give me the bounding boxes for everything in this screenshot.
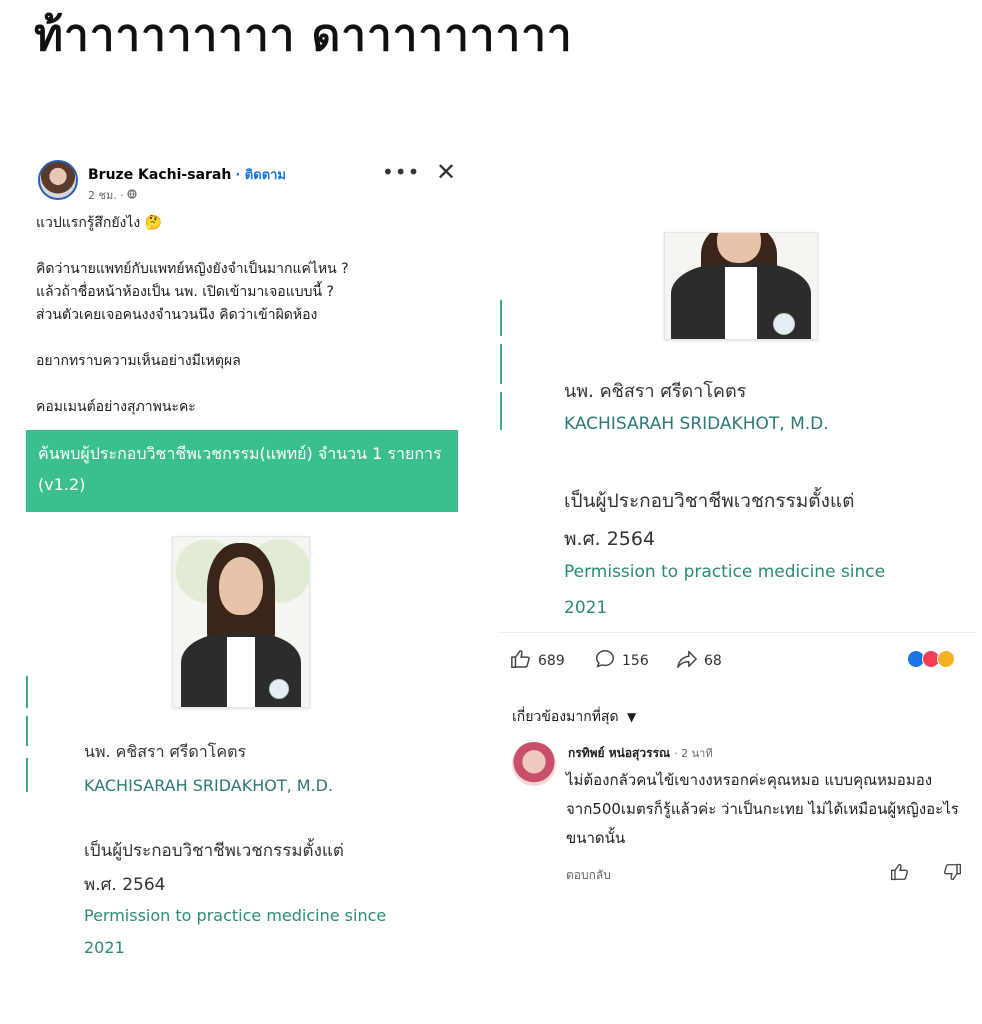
comment-text: ไม่ต้องกลัวคนไข้เขางงหรอกค่ะคุณหมอ แบบคุ… — [566, 771, 959, 847]
divider-bar — [26, 676, 28, 708]
divider-bar — [500, 300, 502, 336]
follow-button[interactable]: · ติดตาม — [235, 168, 286, 183]
sort-label: เกี่ยวข้องมากที่สุด — [512, 709, 619, 725]
post-meta: 2 ชม. · — [88, 186, 137, 204]
license-since-th-line: เป็นผู้ประกอบวิชาชีพเวชกรรมตั้งแต่ — [84, 841, 344, 861]
like-count: 689 — [538, 653, 565, 669]
post-line: แล้วถ้าชื่อหน้าห้องเป็น นพ. เปิดเข้ามาเจ… — [36, 284, 334, 300]
comment-sort-dropdown[interactable]: เกี่ยวข้องมากที่สุด ▼ — [512, 706, 636, 728]
more-options-icon[interactable]: ••• — [382, 160, 420, 184]
license-since-th-line: เป็นผู้ประกอบวิชาชีพเวชกรรมตั้งแต่ — [564, 490, 855, 512]
divider-bar — [26, 716, 28, 746]
share-count: 68 — [704, 653, 722, 669]
reply-button[interactable]: ตอบกลับ — [566, 866, 611, 885]
author-name-text[interactable]: Bruze Kachi-sarah — [88, 167, 231, 183]
commenter-avatar[interactable] — [512, 742, 556, 786]
engagement-bar: 689 156 68 — [510, 646, 970, 676]
post-body: แวปแรกรู้สึกยังไง 🤔 คิดว่านายแพทย์กับแพท… — [36, 212, 456, 419]
author-avatar[interactable] — [38, 160, 78, 200]
license-since-th: เป็นผู้ประกอบวิชาชีพเวชกรรมตั้งแต่ พ.ศ. … — [564, 482, 854, 558]
comment-like-icon[interactable] — [890, 862, 910, 886]
comment-icon — [594, 648, 616, 674]
license-since-en: Permission to practice medicine since 20… — [84, 900, 386, 964]
post-line: แวปแรกรู้สึกยังไง 🤔 — [36, 215, 163, 231]
post-header: Bruze Kachi-sarah · ติดตาม 2 ชม. · ••• ✕ — [36, 158, 456, 204]
comment-dislike-icon[interactable] — [942, 862, 962, 886]
license-since-en-line: Permission to practice medicine since — [84, 906, 387, 925]
post-line: อยากทราบความเห็นอย่างมีเหตุผล — [36, 353, 241, 369]
license-since-en-year: 2021 — [564, 598, 608, 618]
doctor-name-th: นพ. คชิสรา ศรีดาโคตร — [84, 742, 247, 761]
reaction-summary[interactable] — [907, 650, 955, 668]
share-icon — [676, 648, 698, 674]
divider-bar — [500, 344, 502, 384]
chevron-down-icon: ▼ — [627, 710, 637, 724]
comment-count: 156 — [622, 653, 649, 669]
post-line: ส่วนตัวเคยเจอคนงงจำนวนนึง คิดว่าเข้าผิดห… — [36, 307, 318, 323]
close-icon[interactable]: ✕ — [436, 158, 456, 186]
comment-button[interactable]: 156 — [594, 648, 649, 674]
doctor-photo-cropped[interactable] — [664, 232, 818, 340]
post-line: คิดว่านายแพทย์กับแพทย์หญิงยังจำเป็นมากแค… — [36, 261, 349, 277]
comment-time: · 2 นาที — [674, 747, 713, 760]
comment-item: กรทิพย์ หน่อสุวรรณ · 2 นาที ไม่ต้องกลัวคน… — [510, 740, 970, 890]
post-card-zoomed: นพ. คชิสรา ศรีดาโคตร KACHISARAH SRIDAKHO… — [498, 232, 978, 633]
doctor-name-en: KACHISARAH SRIDAKHOT, M.D. — [84, 776, 334, 795]
commenter-name[interactable]: กรทิพย์ หน่อสุวรรณ · 2 นาที — [568, 744, 713, 763]
doctor-name-th: นพ. คชิสรา ศรีดาโคตร — [564, 381, 747, 402]
globe-icon — [127, 189, 137, 202]
divider-bar — [500, 392, 502, 430]
divider-bar — [26, 758, 28, 792]
search-result-banner: ค้นพบผู้ประกอบวิชาชีพเวชกรรม(แพทย์) จำนว… — [26, 430, 458, 512]
license-since-th: เป็นผู้ประกอบวิชาชีพเวชกรรมตั้งแต่ พ.ศ. … — [84, 834, 344, 902]
doctor-name-en: KACHISARAH SRIDAKHOT, M.D. — [564, 414, 829, 434]
license-since-th-year: พ.ศ. 2564 — [84, 875, 166, 895]
like-button[interactable]: 689 — [510, 648, 565, 674]
thumbs-up-icon — [510, 648, 532, 674]
post-time[interactable]: 2 ชม. · — [88, 189, 124, 202]
license-since-th-year: พ.ศ. 2564 — [564, 528, 656, 550]
author-name[interactable]: Bruze Kachi-sarah · ติดตาม — [88, 164, 286, 185]
headline: ท้าาาาาาาาา ดาาาาาาาาา — [34, 10, 573, 61]
doctor-photo[interactable] — [172, 536, 310, 708]
license-since-en-year: 2021 — [84, 938, 125, 957]
commenter-name-text[interactable]: กรทิพย์ หน่อสุวรรณ — [568, 746, 670, 760]
share-button[interactable]: 68 — [676, 648, 722, 674]
post-line: คอมเมนต์อย่างสุภาพนะคะ — [36, 399, 196, 415]
post-card: Bruze Kachi-sarah · ติดตาม 2 ชม. · ••• ✕ … — [26, 150, 458, 970]
haha-reaction-icon — [937, 650, 955, 668]
license-since-en-line: Permission to practice medicine since — [564, 562, 886, 582]
license-since-en: Permission to practice medicine since 20… — [564, 554, 885, 626]
